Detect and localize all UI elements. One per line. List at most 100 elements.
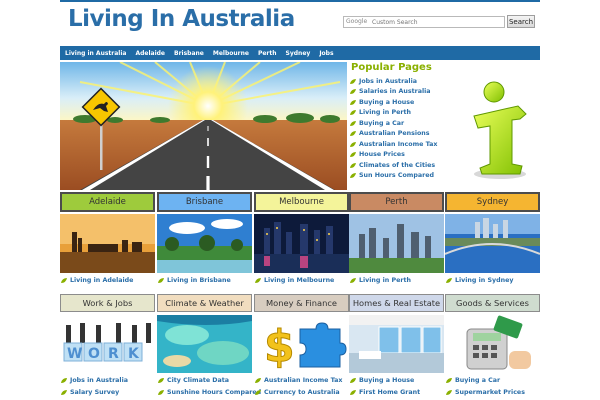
topic-photo-work-jobs[interactable]: WORK <box>60 315 155 373</box>
leaf-bullet-icon <box>350 99 356 105</box>
topic-link-sunshine-hours-compared[interactable]: Sunshine Hours Compared <box>157 388 261 397</box>
hero-road-illustration <box>60 62 347 190</box>
svg-text:K: K <box>128 346 140 362</box>
city-card-melbourne: Melbourne Living in Melbourne <box>254 192 349 288</box>
search-button[interactable]: Search <box>507 15 535 28</box>
topic-photo-homes-real-estate[interactable] <box>349 315 444 373</box>
topic-card-homes-real-estate: Homes & Real Estate Buying a House First… <box>349 294 444 400</box>
leaf-bullet-icon <box>158 390 164 395</box>
svg-text:$: $ <box>264 321 295 372</box>
nav-item-living-in-australia[interactable]: Living in Australia <box>65 50 126 57</box>
leaf-bullet-icon <box>350 89 356 95</box>
topic-link-australian-income-tax[interactable]: Australian Income Tax <box>254 376 349 385</box>
leaf-bullet-icon <box>61 278 67 283</box>
city-photo-melbourne[interactable] <box>254 214 349 273</box>
nav-item-brisbane[interactable]: Brisbane <box>174 50 204 57</box>
popular-link-label: House Prices <box>359 151 405 159</box>
topic-header-homes-real-estate[interactable]: Homes & Real Estate <box>349 294 444 312</box>
topic-link-supermarket-prices[interactable]: Supermarket Prices <box>445 388 540 397</box>
leaf-bullet-icon <box>158 278 164 283</box>
topic-link-label: Salary Survey <box>70 389 120 396</box>
city-photo-perth[interactable] <box>349 214 444 273</box>
city-photo-brisbane[interactable] <box>157 214 252 273</box>
main-nav: Living in Australia Adelaide Brisbane Me… <box>60 46 540 60</box>
topic-link-label: Buying a House <box>359 377 415 384</box>
leaf-bullet-icon <box>446 278 452 283</box>
topic-link-label: Buying a Car <box>455 377 501 384</box>
svg-text:R: R <box>108 346 119 362</box>
topic-card-goods-services: Goods & Services Buying a Car Supermarke… <box>445 294 540 400</box>
city-header-melbourne[interactable]: Melbourne <box>254 192 349 212</box>
city-link-label: Living in Melbourne <box>264 277 335 284</box>
topic-header-money-finance[interactable]: Money & Finance <box>254 294 349 312</box>
topic-photo-climate-weather[interactable] <box>157 315 252 373</box>
topic-photo-goods-services[interactable] <box>445 315 540 373</box>
topic-link-label: Jobs in Australia <box>70 377 128 384</box>
topic-link-label: First Home Grant <box>359 389 421 396</box>
city-card-adelaide: Adelaide Living in Adelaide <box>60 192 155 288</box>
topic-link-buying-a-car[interactable]: Buying a Car <box>445 376 540 385</box>
popular-pages: Popular Pages Jobs in Australia Salaries… <box>350 62 540 190</box>
nav-item-melbourne[interactable]: Melbourne <box>213 50 249 57</box>
leaf-bullet-icon <box>350 131 356 137</box>
city-link-label: Living in Perth <box>359 277 411 284</box>
city-header-sydney[interactable]: Sydney <box>445 192 540 212</box>
leaf-bullet-icon <box>350 141 356 147</box>
topic-header-climate-weather[interactable]: Climate & Weather <box>157 294 252 312</box>
topic-link-currency-to-australia[interactable]: Currency to Australia <box>254 388 349 397</box>
search-box: Google <box>343 16 505 28</box>
topic-header-goods-services[interactable]: Goods & Services <box>445 294 540 312</box>
topic-link-city-climate-data[interactable]: City Climate Data <box>157 376 252 385</box>
topic-header-work-jobs[interactable]: Work & Jobs <box>60 294 155 312</box>
popular-link-label: Sun Hours Compared <box>359 172 434 180</box>
topic-link-buying-a-house[interactable]: Buying a House <box>349 376 444 385</box>
popular-link-label: Jobs in Australia <box>359 77 417 85</box>
leaf-bullet-icon <box>446 390 452 395</box>
popular-link-label: Australian Income Tax <box>359 140 438 148</box>
leaf-bullet-icon <box>255 378 261 383</box>
svg-text:W: W <box>67 346 82 362</box>
topic-link-salary-survey[interactable]: Salary Survey <box>60 388 155 397</box>
city-photo-adelaide[interactable] <box>60 214 155 273</box>
city-card-brisbane: Brisbane Living in Brisbane <box>157 192 252 288</box>
city-link-brisbane[interactable]: Living in Brisbane <box>157 277 252 284</box>
leaf-bullet-icon <box>350 110 356 116</box>
nav-item-adelaide[interactable]: Adelaide <box>135 50 165 57</box>
topic-link-jobs-in-australia[interactable]: Jobs in Australia <box>60 376 155 385</box>
leaf-bullet-icon <box>61 390 67 395</box>
popular-link-label: Australian Pensions <box>359 130 430 138</box>
leaf-bullet-icon <box>350 278 356 283</box>
topic-card-work-jobs: Work & Jobs WORK Jobs in Australia Salar… <box>60 294 155 400</box>
nav-item-sydney[interactable]: Sydney <box>286 50 311 57</box>
popular-link-label: Climates of the Cities <box>359 161 436 169</box>
city-header-adelaide[interactable]: Adelaide <box>60 192 155 212</box>
svg-text:O: O <box>88 346 100 362</box>
leaf-bullet-icon <box>350 162 356 168</box>
city-header-brisbane[interactable]: Brisbane <box>157 192 252 212</box>
search-input[interactable] <box>344 17 504 27</box>
topic-link-first-home-grant[interactable]: First Home Grant <box>349 388 444 397</box>
top-rule <box>60 0 540 2</box>
leaf-bullet-icon <box>158 378 164 383</box>
nav-item-jobs[interactable]: Jobs <box>319 50 333 57</box>
city-link-perth[interactable]: Living in Perth <box>349 277 444 284</box>
city-link-melbourne[interactable]: Living in Melbourne <box>254 277 349 284</box>
site-title[interactable]: Living In Australia <box>68 6 295 32</box>
topic-link-label: Sunshine Hours Compared <box>167 389 262 396</box>
city-photo-sydney[interactable] <box>445 214 540 273</box>
popular-pages-title: Popular Pages <box>351 62 432 73</box>
city-link-adelaide[interactable]: Living in Adelaide <box>60 277 155 284</box>
city-link-sydney[interactable]: Living in Sydney <box>445 277 540 284</box>
city-header-perth[interactable]: Perth <box>349 192 444 212</box>
topic-link-label: City Climate Data <box>167 377 230 384</box>
topic-link-label: Currency to Australia <box>264 389 340 396</box>
nav-item-perth[interactable]: Perth <box>258 50 277 57</box>
topic-link-label: Supermarket Prices <box>455 389 525 396</box>
city-link-label: Living in Sydney <box>455 277 514 284</box>
popular-link-label: Living in Perth <box>359 109 411 117</box>
topic-link-label: Australian Income Tax <box>264 377 343 384</box>
info-icon <box>473 81 527 179</box>
leaf-bullet-icon <box>350 173 356 179</box>
popular-link-label: Buying a Car <box>359 119 405 127</box>
topic-photo-money-finance[interactable]: $ <box>254 315 349 373</box>
